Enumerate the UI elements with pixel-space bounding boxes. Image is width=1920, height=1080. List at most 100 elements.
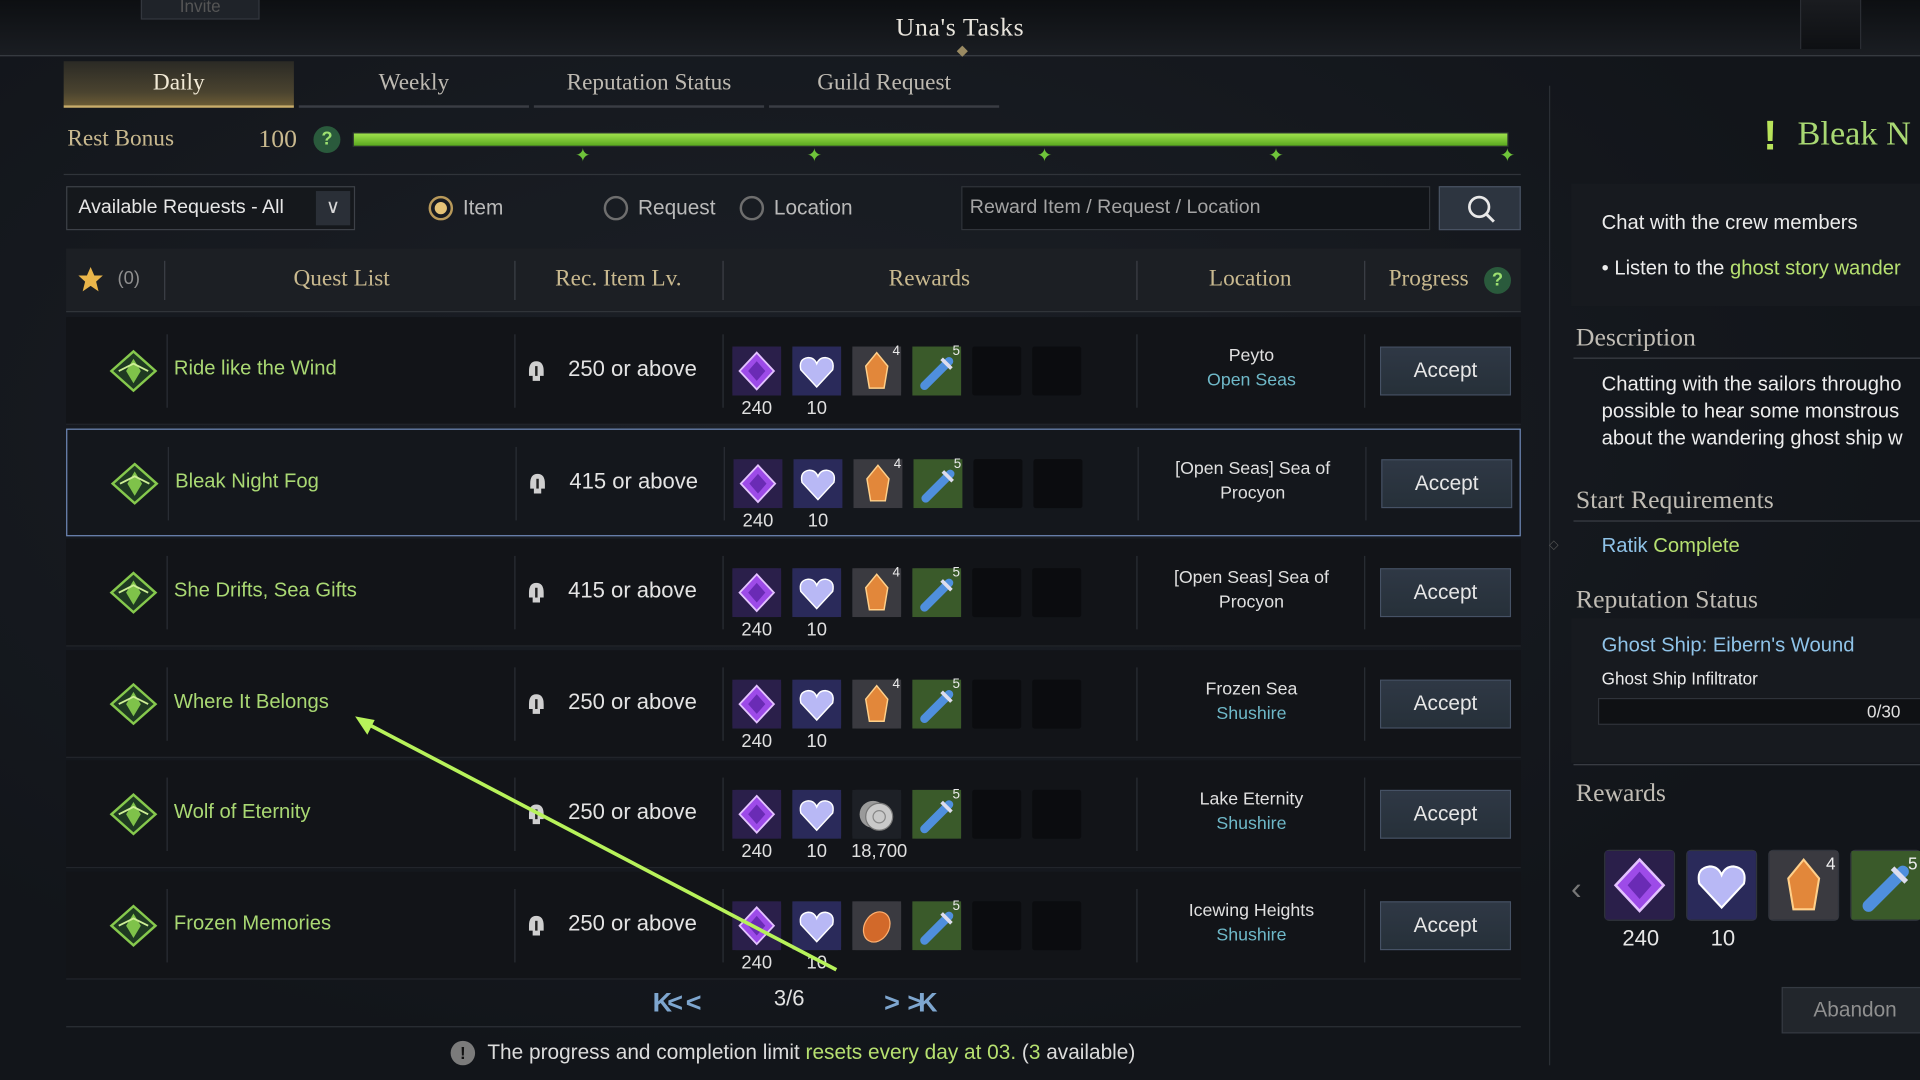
reward-count-badge: 5 — [952, 898, 961, 914]
reward-slot[interactable] — [792, 346, 842, 396]
notice-reset-time: resets every day at 03. — [805, 1040, 1017, 1065]
progress-help-icon[interactable]: ? — [1484, 266, 1512, 294]
reward-slot[interactable] — [792, 901, 842, 951]
reward-slot[interactable] — [733, 459, 783, 509]
reward-slot[interactable]: 4 — [852, 566, 902, 618]
window-title: Una's Tasks — [895, 12, 1025, 42]
reward-slot[interactable] — [792, 568, 842, 618]
radio-request[interactable]: Request — [603, 195, 716, 221]
reward-slot[interactable] — [1686, 849, 1758, 921]
rest-bonus-help-icon[interactable]: ? — [313, 126, 341, 154]
table-row[interactable]: Where It Belongs 250 or above 4 5 240 10… — [66, 650, 1521, 758]
reward-count-badge: 4 — [893, 456, 902, 472]
reward-count-badge: 5 — [953, 456, 962, 472]
last-page-button[interactable]: >K — [907, 987, 937, 1019]
reward-slot[interactable] — [792, 789, 842, 839]
reward-slot[interactable]: 5 — [913, 456, 963, 509]
star-icon[interactable] — [77, 266, 104, 293]
reward-slot[interactable] — [732, 679, 782, 729]
tab-weekly[interactable]: Weekly — [298, 61, 529, 108]
reputation-progress-text: 0/30 — [1867, 701, 1901, 722]
column-location: Location — [1208, 265, 1292, 292]
tab-reputation-status[interactable]: Reputation Status — [533, 61, 765, 108]
accept-button[interactable]: Accept — [1381, 459, 1513, 509]
column-rec-item-level: Rec. Item Lv. — [555, 265, 682, 292]
chevron-down-icon[interactable]: ∨ — [315, 191, 351, 226]
request-filter-select[interactable]: Available Requests - All ∨ — [66, 186, 356, 231]
divider — [1364, 888, 1366, 963]
divider — [1573, 520, 1920, 522]
reward-slot[interactable] — [1604, 849, 1676, 921]
reward-slot[interactable] — [852, 901, 902, 951]
tab-daily[interactable]: Daily — [63, 61, 294, 108]
table-row[interactable]: Frozen Memories 250 or above 5 240 10 Ic… — [66, 871, 1521, 980]
reward-slot[interactable]: 4 — [1768, 849, 1840, 921]
reward-slot[interactable] — [732, 346, 782, 396]
quest-name[interactable]: Where It Belongs — [174, 691, 329, 714]
reward-slot[interactable]: 5 — [912, 344, 962, 396]
reward-slot[interactable] — [732, 789, 782, 839]
divider — [514, 777, 516, 852]
radio-location[interactable]: Location — [739, 195, 853, 221]
reward-slot[interactable]: 5 — [912, 677, 962, 729]
abandon-button[interactable]: Abandon — [1781, 986, 1920, 1034]
requirement-row: Ratik Complete — [1602, 535, 1740, 558]
objective-bullet-text: Listen to the — [1614, 257, 1731, 280]
request-filter-value: Available Requests - All — [78, 197, 284, 218]
divider — [1365, 446, 1367, 521]
reward-slot[interactable] — [792, 679, 842, 729]
first-page-button[interactable]: K< — [653, 987, 683, 1019]
reward-slot[interactable]: 5 — [1850, 849, 1920, 921]
location-text: Peyto Open Seas — [1144, 344, 1360, 393]
reward-count-badge: 4 — [892, 677, 901, 692]
heart-gem-icon — [792, 901, 842, 951]
reward-slot[interactable]: 4 — [852, 344, 902, 396]
prev-page-button[interactable]: < — [686, 987, 702, 1019]
quest-name[interactable]: Frozen Memories — [174, 912, 331, 935]
quest-name[interactable]: She Drifts, Sea Gifts — [174, 579, 357, 602]
radio-item[interactable]: Item — [428, 195, 503, 221]
search-button[interactable] — [1438, 186, 1521, 231]
reward-slot[interactable]: 5 — [912, 566, 962, 618]
reward-slot[interactable]: 5 — [912, 898, 962, 951]
quest-name[interactable]: Ride like the Wind — [174, 358, 337, 381]
reward-slot[interactable]: 4 — [852, 677, 902, 729]
quest-name[interactable]: Wolf of Eternity — [174, 801, 311, 824]
notice-text: The progress and completion limit — [487, 1040, 806, 1065]
description-heading: Description — [1575, 322, 1696, 352]
reward-slot[interactable] — [793, 459, 843, 509]
objective-bullet-highlight: ghost story wander — [1730, 257, 1901, 280]
search-input[interactable]: Reward Item / Request / Location — [961, 186, 1431, 231]
divider — [722, 334, 724, 408]
accept-button[interactable]: Accept — [1380, 568, 1512, 618]
location-secondary: Shushire — [1216, 704, 1287, 724]
accept-button[interactable]: Accept — [1380, 346, 1512, 396]
accept-button[interactable]: Accept — [1380, 789, 1512, 839]
divider — [1137, 446, 1139, 521]
reward-amount: 10 — [1710, 925, 1736, 951]
exclamation-icon: ! — [1763, 112, 1778, 160]
table-row[interactable]: Wolf of Eternity 250 or above 5 240 10 1… — [66, 760, 1521, 869]
divider — [66, 1026, 1521, 1028]
empty-reward-slot — [972, 679, 1022, 729]
chevron-left-icon[interactable]: ‹ — [1571, 869, 1582, 907]
reward-count-badge: 4 — [892, 344, 901, 359]
rec-item-level: 250 or above — [568, 689, 697, 714]
table-row[interactable]: Bleak Night Fog 415 or above 4 5 240 10 … — [66, 428, 1521, 537]
reward-slot[interactable] — [732, 568, 782, 618]
quest-name[interactable]: Bleak Night Fog — [175, 470, 319, 493]
table-row[interactable]: She Drifts, Sea Gifts 415 or above 4 5 2… — [66, 538, 1521, 647]
reward-amount: 10 — [806, 952, 827, 974]
reward-slot[interactable]: 4 — [853, 456, 903, 509]
next-page-button[interactable]: > — [884, 987, 900, 1019]
rewards-heading: Rewards — [1575, 777, 1666, 807]
accept-button[interactable]: Accept — [1380, 901, 1512, 951]
rest-marker-icon: ✦ — [1499, 145, 1516, 167]
tab-guild-request[interactable]: Guild Request — [768, 61, 1000, 108]
reward-slot[interactable]: 5 — [912, 787, 962, 839]
reward-slot[interactable] — [732, 901, 782, 951]
table-row[interactable]: Ride like the Wind 250 or above 4 5 240 … — [66, 317, 1521, 425]
accept-button[interactable]: Accept — [1380, 679, 1512, 729]
reward-slot[interactable] — [852, 789, 902, 839]
purple-crystal-icon — [732, 789, 782, 839]
